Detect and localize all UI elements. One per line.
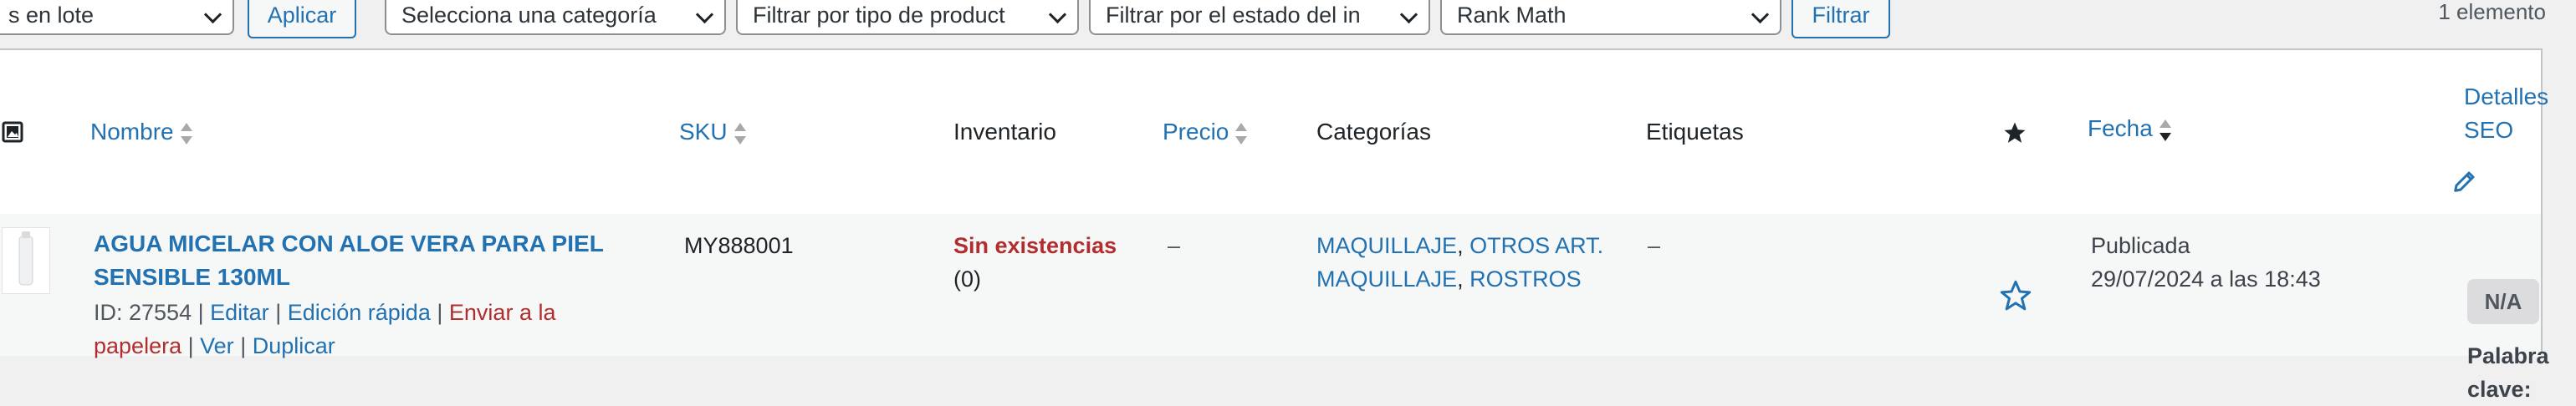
product-type-filter-value: Filtrar por tipo de product <box>753 3 1005 28</box>
edit-link[interactable]: Editar <box>210 300 269 325</box>
column-price[interactable]: Precio <box>1163 115 1248 149</box>
column-sku-label: SKU <box>679 119 728 145</box>
separator: | <box>240 333 247 358</box>
chevron-down-icon <box>695 5 714 24</box>
sort-icon <box>180 121 192 146</box>
items-count: 1 elemento <box>2438 0 2546 24</box>
category-filter-value: Selecciona una categoría <box>401 3 657 28</box>
product-price: – <box>1168 233 1181 258</box>
sort-icon <box>733 121 746 146</box>
trash-link[interactable]: Enviar a la <box>449 300 556 325</box>
trash-link-line2[interactable]: papelera <box>94 333 181 358</box>
star-filled-icon <box>2004 122 2026 143</box>
apply-button[interactable]: Aplicar <box>248 0 356 38</box>
chevron-down-icon <box>1399 5 1418 24</box>
chevron-down-icon <box>203 5 222 24</box>
stock-status-filter-value: Filtrar por el estado del in <box>1106 3 1361 28</box>
product-title[interactable]: AGUA MICELAR CON ALOE VERA PARA PIEL SEN… <box>94 227 604 294</box>
category-link[interactable]: MAQUILLAJE <box>1316 233 1457 258</box>
chevron-down-icon <box>1751 5 1770 24</box>
stock-quantity: (0) <box>953 266 981 292</box>
seo-score-badge: N/A <box>2467 279 2539 324</box>
table-row: AGUA MICELAR CON ALOE VERA PARA PIEL SEN… <box>0 214 2549 402</box>
column-seo-line2: SEO <box>2464 117 2514 143</box>
column-categories: Categorías <box>1316 119 1431 145</box>
column-sku[interactable]: SKU <box>679 115 746 149</box>
column-date[interactable]: Fecha <box>2088 112 2171 145</box>
rank-math-filter-value: Rank Math <box>1457 3 1567 28</box>
publish-date: 29/07/2024 a las 18:43 <box>2091 266 2321 292</box>
column-name-label: Nombre <box>90 119 174 145</box>
separator: | <box>187 333 194 358</box>
bulk-actions-select[interactable]: s en lote <box>0 0 234 35</box>
row-actions: ID: 27554 | Editar | Edición rápida | En… <box>94 296 629 363</box>
category-link[interactable]: MAQUILLAJE <box>1316 266 1457 292</box>
bottle-image <box>18 231 33 286</box>
column-seo-details[interactable]: Detalles SEO <box>2464 80 2548 147</box>
filter-button[interactable]: Filtrar <box>1791 0 1890 38</box>
focus-keyword: Palabra clave: <box>2467 339 2549 406</box>
separator: | <box>437 300 443 325</box>
separator: , <box>1457 233 1464 258</box>
stock-status-filter-select[interactable]: Filtrar por el estado del in <box>1089 0 1430 35</box>
product-date: Publicada 29/07/2024 a las 18:43 <box>2091 229 2321 296</box>
separator: , <box>1457 266 1464 292</box>
category-link[interactable]: ROSTROS <box>1469 266 1582 292</box>
chevron-down-icon <box>1048 5 1067 24</box>
table-header: Nombre SKU Inventario Precio Categorías … <box>0 50 2548 216</box>
sort-desc-icon <box>2159 118 2171 143</box>
column-inventory: Inventario <box>953 119 1056 145</box>
product-type-filter-select[interactable]: Filtrar por tipo de product <box>736 0 1079 35</box>
category-filter-select[interactable]: Selecciona una categoría <box>385 0 726 35</box>
publish-status: Publicada <box>2091 233 2190 258</box>
product-sku: MY888001 <box>684 233 794 258</box>
sort-icon <box>1235 121 1248 146</box>
column-name[interactable]: Nombre <box>90 115 192 149</box>
column-price-label: Precio <box>1163 119 1229 145</box>
product-title-line1[interactable]: AGUA MICELAR CON ALOE VERA PARA PIEL <box>94 227 604 261</box>
product-categories: MAQUILLAJE, OTROS ART. MAQUILLAJE, ROSTR… <box>1316 229 1603 296</box>
bulk-actions-value: s en lote <box>8 3 95 28</box>
rank-math-filter-select[interactable]: Rank Math <box>1440 0 1781 35</box>
image-icon <box>2 121 23 143</box>
column-tags: Etiquetas <box>1646 119 1744 145</box>
product-title-line2[interactable]: SENSIBLE 130ML <box>94 261 604 294</box>
product-tags: – <box>1648 233 1661 258</box>
quick-edit-link[interactable]: Edición rápida <box>288 300 431 325</box>
duplicate-link[interactable]: Duplicar <box>253 333 335 358</box>
column-date-label: Fecha <box>2088 115 2153 141</box>
focus-keyword-line2: clave: <box>2467 377 2532 402</box>
view-link[interactable]: Ver <box>200 333 234 358</box>
product-id: ID: 27554 <box>94 300 192 325</box>
star-outline-icon[interactable] <box>1999 279 2032 312</box>
stock-status: Sin existencias <box>953 233 1117 258</box>
products-table: Nombre SKU Inventario Precio Categorías … <box>0 48 2549 402</box>
separator: | <box>275 300 282 325</box>
pencil-icon[interactable] <box>2452 169 2477 194</box>
product-thumbnail[interactable] <box>2 227 50 294</box>
separator: | <box>197 300 204 325</box>
focus-keyword-line1: Palabra <box>2467 343 2549 368</box>
column-seo-line1: Detalles <box>2464 84 2549 109</box>
category-link[interactable]: OTROS ART. <box>1469 233 1603 258</box>
stock-cell: Sin existencias (0) <box>953 229 1117 296</box>
